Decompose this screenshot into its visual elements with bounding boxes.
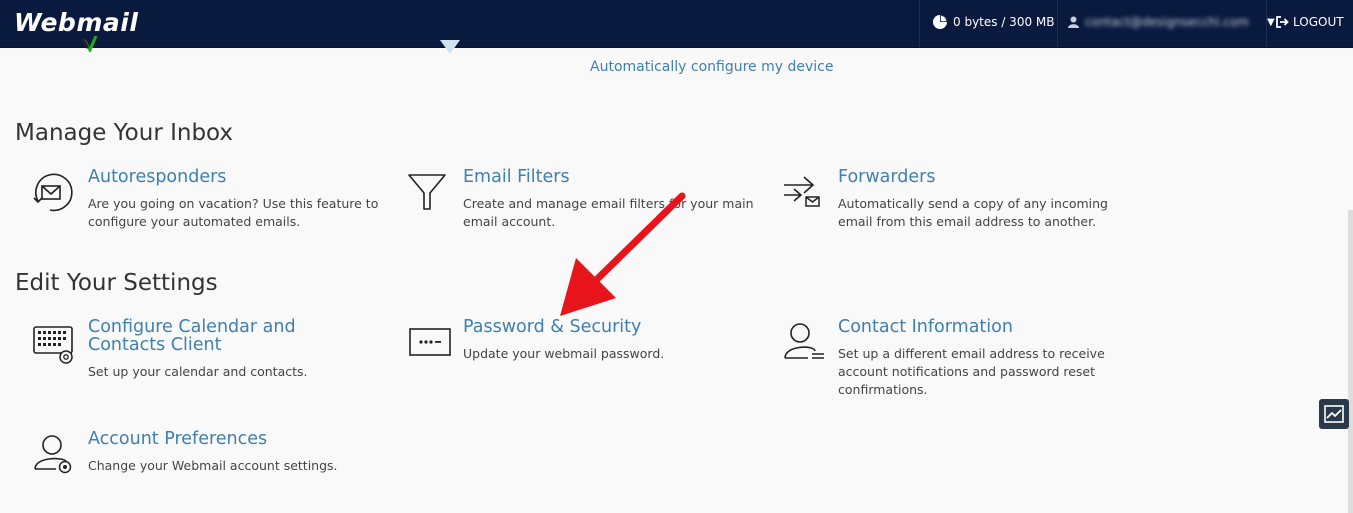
contact-information-title[interactable]: Contact Information <box>838 318 1013 336</box>
filter-icon <box>408 174 446 210</box>
stats-button[interactable] <box>1319 399 1349 429</box>
forwarders-title[interactable]: Forwarders <box>838 168 935 186</box>
account-preferences-icon <box>34 435 72 474</box>
logout-label: LOGOUT <box>1293 15 1344 29</box>
contact-icon <box>784 323 824 359</box>
logout-icon <box>1276 16 1289 28</box>
client-logo-icon <box>82 36 98 52</box>
forwarders-description: Automatically send a copy of any incomin… <box>838 196 1108 229</box>
autoresponders-description: Are you going on vacation? Use this feat… <box>88 196 379 229</box>
user-icon <box>1068 16 1079 28</box>
disk-usage-text: 0 bytes / 300 MB <box>953 15 1055 29</box>
account-preferences-title[interactable]: Account Preferences <box>88 430 267 448</box>
user-email: contact@designsecchi.com <box>1085 15 1249 29</box>
chart-line-icon <box>1324 405 1344 423</box>
autoresponder-icon <box>33 173 73 212</box>
client-logo-icon <box>440 40 460 54</box>
contact-information-description: Set up a different email address to rece… <box>838 346 1105 397</box>
calendar-icon <box>33 326 73 364</box>
account-preferences-description: Change your Webmail account settings. <box>88 458 338 473</box>
scrollbar[interactable] <box>1348 210 1353 513</box>
user-menu[interactable]: contact@designsecchi.com ▼ <box>1068 13 1275 31</box>
autoresponders-title[interactable]: Autoresponders <box>88 168 226 186</box>
configure-calendar-title[interactable]: Configure Calendar and Contacts Client <box>88 318 308 354</box>
forwarder-icon <box>784 176 820 207</box>
section-title-manage-inbox: Manage Your Inbox <box>15 120 234 146</box>
top-navbar: Webmail 0 bytes / 300 MB contact@designs… <box>0 0 1353 48</box>
password-icon <box>409 328 451 356</box>
configure-calendar-description: Set up your calendar and contacts. <box>88 364 308 379</box>
annotation-arrow <box>560 192 686 316</box>
password-security-description: Update your webmail password. <box>463 346 665 361</box>
configure-calendar-title-text: Configure Calendar and Contacts Client <box>88 317 296 355</box>
chevron-down-icon: ▼ <box>1266 16 1275 28</box>
disk-usage: 0 bytes / 300 MB <box>932 13 1054 31</box>
password-security-title[interactable]: Password & Security <box>463 318 641 336</box>
email-filters-title[interactable]: Email Filters <box>463 168 570 186</box>
navbar-divider <box>1057 0 1058 47</box>
auto-configure-link[interactable]: Automatically configure my device <box>590 59 833 75</box>
logout-button[interactable]: LOGOUT <box>1276 13 1344 31</box>
webmail-logo[interactable]: Webmail <box>14 8 138 37</box>
section-title-edit-settings: Edit Your Settings <box>15 270 218 296</box>
pie-chart-icon <box>933 15 947 29</box>
navbar-divider <box>1266 0 1267 47</box>
navbar-divider <box>919 0 920 47</box>
